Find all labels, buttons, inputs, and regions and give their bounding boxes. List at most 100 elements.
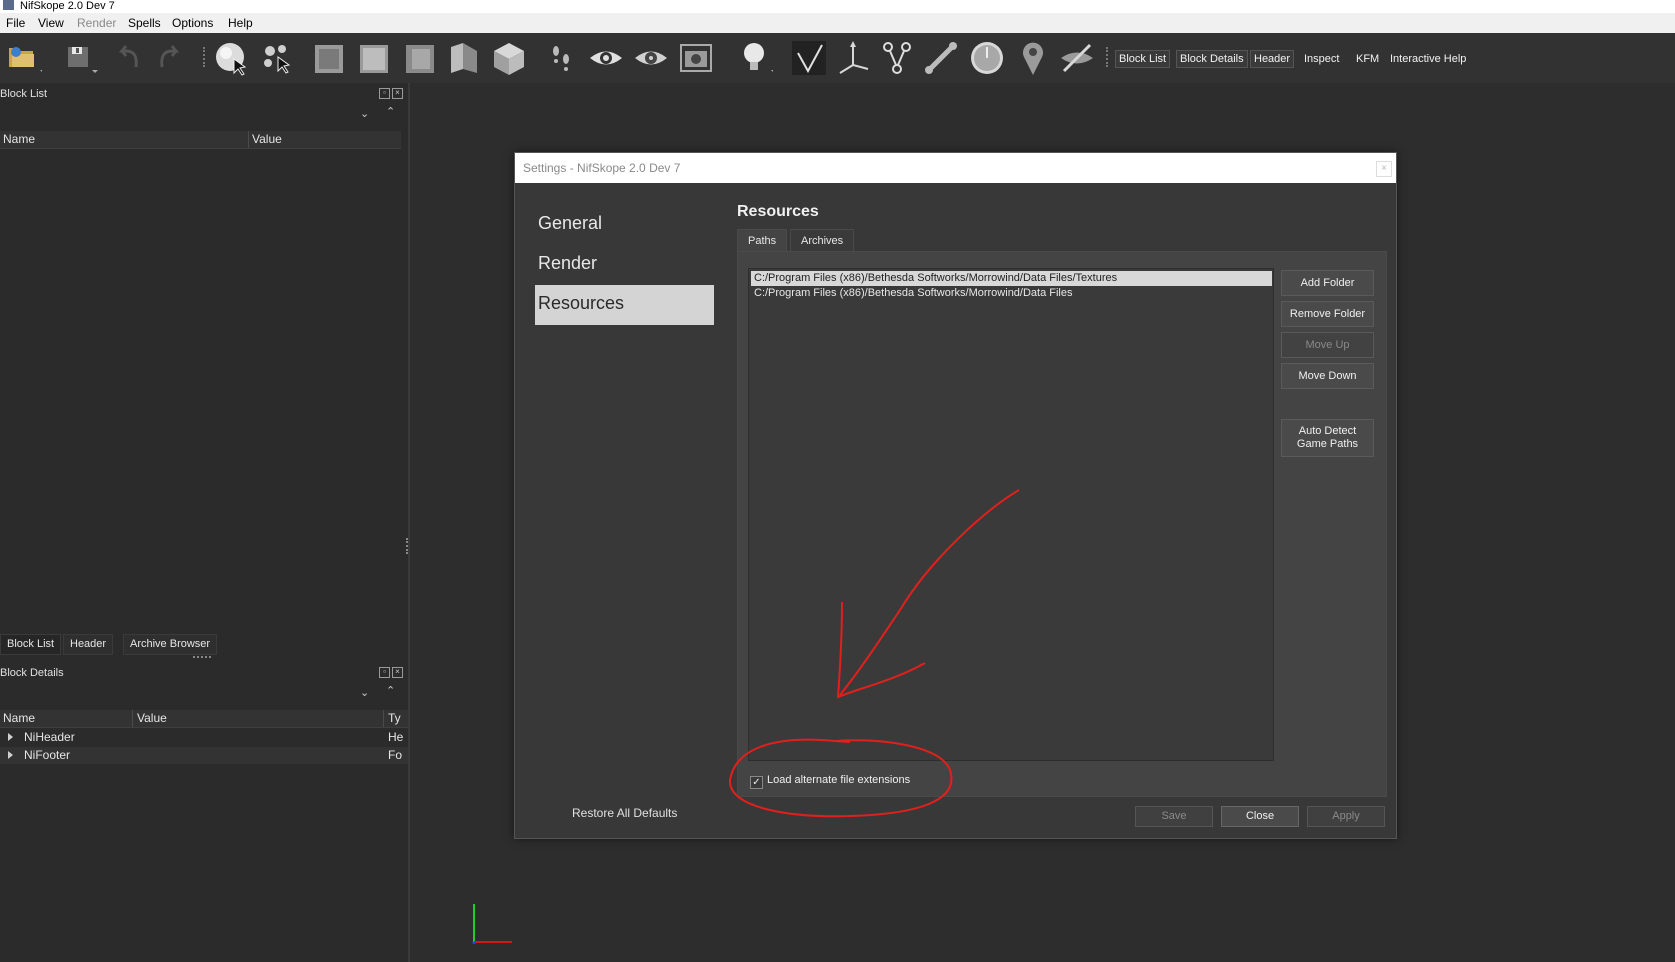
move-down-button[interactable]: Move Down — [1281, 363, 1374, 389]
block-list-header: Name Value — [0, 131, 401, 149]
tab-archive-browser[interactable]: Archive Browser — [123, 634, 218, 655]
column-type[interactable]: Ty — [388, 711, 401, 725]
undo-icon[interactable] — [110, 39, 148, 77]
settings-dialog: Settings - NifSkope 2.0 Dev 7 × General … — [514, 152, 1397, 839]
menu-options[interactable]: Options — [172, 16, 213, 30]
expand-all-icon[interactable]: ⌃ — [386, 105, 395, 118]
tab-header[interactable]: Header — [63, 634, 114, 655]
dock-float-icon[interactable]: ▫ — [379, 88, 390, 99]
toolbar-inspect-button[interactable]: Inspect — [1300, 50, 1343, 68]
expand-all-icon[interactable]: ⌃ — [386, 684, 395, 697]
toolbar-block-details-button[interactable]: Block Details — [1176, 50, 1248, 68]
axes-icon[interactable] — [834, 39, 872, 77]
view-top-icon[interactable] — [400, 39, 438, 77]
tab-paths[interactable]: Paths — [737, 229, 788, 253]
alternate-extensions-checkbox[interactable]: ✓ Load alternate file extensions — [750, 774, 910, 789]
screenshot-icon[interactable] — [677, 39, 715, 77]
eye-icon[interactable] — [587, 39, 625, 77]
marker-icon[interactable] — [1014, 39, 1052, 77]
auto-detect-line1: Auto Detect — [1298, 425, 1357, 437]
dock-float-icon[interactable]: ▫ — [379, 667, 390, 678]
view-front-icon[interactable] — [309, 39, 347, 77]
collapse-all-icon[interactable]: ⌄ — [360, 107, 369, 120]
toolbar-grip[interactable] — [1106, 47, 1110, 67]
checkbox-check-icon[interactable]: ✓ — [750, 776, 763, 789]
clock-icon[interactable] — [968, 39, 1006, 77]
dock-close-icon[interactable]: × — [392, 667, 403, 678]
menu-bar: File View Render Spells Options Help — [0, 13, 1675, 33]
column-value[interactable]: Value — [137, 711, 167, 725]
checkbox-label: Load alternate file extensions — [767, 774, 911, 786]
menu-spells[interactable]: Spells — [128, 16, 161, 30]
nav-resources[interactable]: Resources — [535, 285, 714, 325]
view-walk-icon[interactable] — [445, 39, 483, 77]
expand-arrow-icon[interactable] — [8, 751, 13, 759]
toolbar-interactive-help-button[interactable]: Interactive Help — [1386, 50, 1470, 68]
main-toolbar: Block List Block Details Header Inspect … — [0, 33, 1675, 83]
auto-detect-line2: Game Paths — [1296, 438, 1359, 450]
move-up-button[interactable]: Move Up — [1281, 332, 1374, 358]
block-list-tree[interactable] — [0, 150, 401, 620]
tab-archives[interactable]: Archives — [790, 229, 855, 253]
expand-arrow-icon[interactable] — [8, 733, 13, 741]
path-item[interactable]: C:/Program Files (x86)/Bethesda Softwork… — [751, 271, 1272, 286]
toolbar-grip[interactable] — [203, 47, 207, 67]
open-file-icon[interactable] — [4, 39, 46, 77]
menu-view[interactable]: View — [38, 16, 64, 30]
redo-icon[interactable] — [152, 39, 190, 77]
normals-icon[interactable] — [790, 39, 828, 77]
toolbar-block-list-button[interactable]: Block List — [1115, 50, 1171, 68]
toolbar-header-button[interactable]: Header — [1250, 50, 1295, 68]
add-folder-button[interactable]: Add Folder — [1281, 270, 1374, 296]
view-side-icon[interactable] — [354, 39, 392, 77]
eye-alt-icon[interactable] — [632, 39, 670, 77]
splitter-handle[interactable] — [406, 538, 410, 554]
tree-row-nifooter[interactable]: NiFooter Fo — [0, 747, 408, 764]
save-button[interactable]: Save — [1135, 806, 1213, 827]
tab-block-list[interactable]: Block List — [0, 634, 62, 655]
nav-label: General — [538, 213, 603, 233]
settings-close-icon[interactable]: × — [1376, 161, 1392, 177]
row-type: He — [388, 730, 404, 744]
select-object-icon[interactable] — [212, 39, 250, 77]
column-value[interactable]: Value — [252, 132, 282, 146]
menu-help[interactable]: Help — [228, 16, 253, 30]
dock-resize-handle[interactable] — [193, 656, 211, 660]
hide-icon[interactable] — [1058, 39, 1096, 77]
tree-row-niheader[interactable]: NiHeader He — [0, 729, 408, 746]
window-title-bar: NifSkope 2.0 Dev 7 — [0, 0, 1675, 13]
dock-close-icon[interactable]: × — [392, 88, 403, 99]
settings-title-bar: Settings - NifSkope 2.0 Dev 7 × — [515, 153, 1396, 183]
toolbar-kfm-button[interactable]: KFM — [1352, 50, 1383, 68]
column-separator — [383, 710, 384, 727]
menu-render[interactable]: Render — [77, 16, 116, 30]
row-type: Fo — [388, 748, 403, 762]
paths-list[interactable]: C:/Program Files (x86)/Bethesda Softwork… — [748, 268, 1274, 761]
row-name: NiFooter — [24, 748, 71, 762]
collapse-all-icon[interactable]: ⌄ — [360, 686, 369, 699]
window-title: NifSkope 2.0 Dev 7 — [20, 0, 115, 12]
view-user-icon[interactable] — [490, 39, 528, 77]
nav-label: Resources — [538, 293, 625, 313]
menu-file[interactable]: File — [6, 16, 25, 30]
column-name[interactable]: Name — [3, 132, 35, 146]
column-name[interactable]: Name — [3, 711, 35, 725]
save-icon[interactable] — [62, 39, 100, 77]
restore-defaults-button[interactable]: Restore All Defaults — [572, 806, 677, 820]
dock-splitter[interactable] — [408, 83, 410, 962]
bone-icon[interactable] — [922, 39, 960, 77]
nav-render[interactable]: Render — [535, 245, 714, 285]
block-details-dock-title: Block Details — [0, 667, 64, 679]
footprints-icon[interactable] — [544, 39, 582, 77]
auto-detect-button[interactable]: Auto Detect Game Paths — [1281, 419, 1374, 457]
lightbulb-icon[interactable] — [735, 39, 777, 77]
nodes-icon[interactable] — [878, 39, 916, 77]
remove-folder-button[interactable]: Remove Folder — [1281, 301, 1374, 327]
row-name: NiHeader — [24, 730, 75, 744]
path-item[interactable]: C:/Program Files (x86)/Bethesda Softwork… — [751, 286, 1272, 301]
nav-general[interactable]: General — [535, 205, 714, 245]
select-vertex-icon[interactable] — [258, 39, 296, 77]
close-button[interactable]: Close — [1221, 806, 1299, 827]
apply-button[interactable]: Apply — [1307, 806, 1385, 827]
block-details-header: Name Value Ty — [0, 710, 408, 728]
